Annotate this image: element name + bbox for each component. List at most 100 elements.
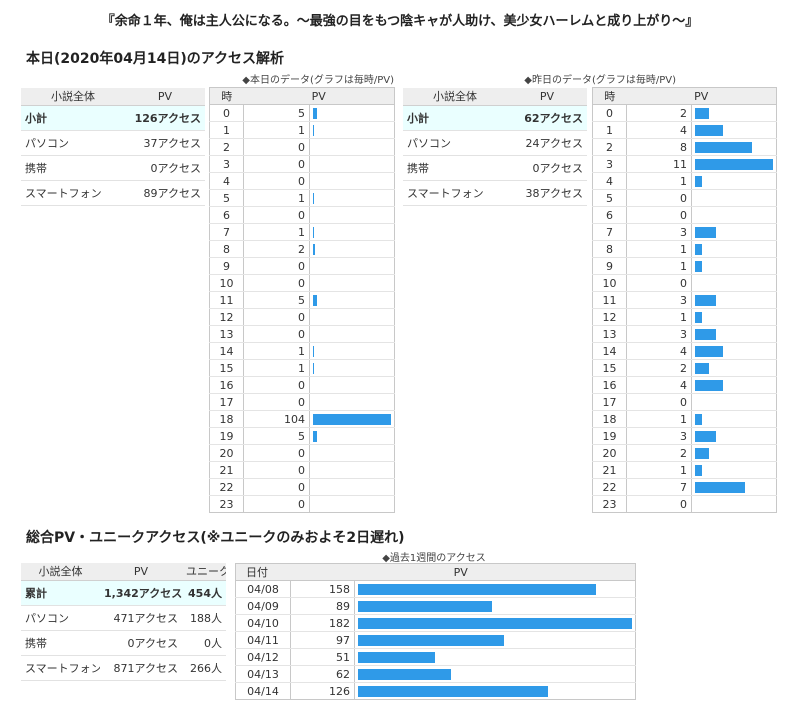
pv-value-cell: 2 [626,104,692,122]
yesterday-hourly-table: 時 PV 0 2 1 4 2 8 3 11 4 1 5 0 6 0 7 3 8 1 9 1 10 0 11 3 12 1 13 3 14… [592,87,778,513]
pv-bar [695,158,773,170]
row-label: パソコン [21,605,100,631]
pv-bar-cell [354,614,636,632]
pv-bar-cell [309,121,395,139]
hour-row: 23 0 [209,495,395,513]
week-row: 04/08 158 [235,580,636,598]
pv-bar-cell [309,342,395,360]
summary-row-smartphone: スマートフォン 871アクセス 266人 [21,655,226,681]
pv-bar [313,294,317,306]
row-value: 24アクセス [507,130,587,156]
pv-bar [313,243,315,255]
hour-cell: 9 [209,257,244,275]
summary-row-subtotal: 小計 126アクセス [21,105,205,131]
hour-row: 16 0 [209,376,395,394]
pv-value-cell: 2 [626,444,692,462]
pv-bar-cell [309,172,395,190]
hour-row: 20 [209,138,395,156]
hour-cell: 6 [592,206,627,224]
pv-value-cell: 8 [626,138,692,156]
pv-value-cell: 3 [626,427,692,445]
hour-cell: 14 [209,342,244,360]
hour-row: 71 [209,223,395,241]
hour-cell: 1 [592,121,627,139]
hour-row: 18 1 [592,410,777,428]
pv-bar [695,481,745,493]
hour-cell: 18 [592,410,627,428]
pv-bar-cell [354,665,636,683]
pv-bar-cell [309,359,395,377]
pv-bar-cell [309,155,395,173]
pv-bar-cell [691,223,777,241]
pv-value-cell: 1 [243,121,310,139]
hour-cell: 4 [592,172,627,190]
summary-row-pc: パソコン 37アクセス [21,130,205,156]
hour-cell: 4 [209,172,244,190]
pv-bar-cell [309,257,395,275]
hour-header: 時 [592,87,627,105]
pv-value-cell: 1 [626,257,692,275]
pv-bar [695,328,716,340]
row-value: 62アクセス [507,105,587,131]
pv-bar [695,243,702,255]
pv-bar [358,668,451,680]
pv-value-cell: 0 [243,206,310,224]
week-row: 04/09 89 [235,597,636,615]
pv-header: PV [626,87,777,105]
summary-header-pv: PV [125,88,205,106]
weekly-table: 日付 PV 04/08 158 04/09 89 04/10 182 04/11 97 04/1… [235,563,637,700]
pv-value-cell: 2 [626,359,692,377]
pv-value-cell: 0 [243,393,310,411]
pv-bar-cell [691,376,777,394]
hour-cell: 20 [209,444,244,462]
pv-value-cell: 0 [626,189,692,207]
pv-bar [313,345,314,357]
pv-value-cell: 1 [626,461,692,479]
pv-value-cell: 4 [626,342,692,360]
pv-bar-cell [309,325,395,343]
pv-value-cell: 158 [290,580,355,598]
pv-bar-cell [691,478,777,496]
date-cell: 04/08 [235,580,291,598]
hour-cell: 23 [592,495,627,513]
pv-value-cell: 97 [290,631,355,649]
pv-bar-cell [691,308,777,326]
hour-row: 73 [592,223,777,241]
pv-bar-cell [691,172,777,190]
pv-bar-cell [691,325,777,343]
date-cell: 04/11 [235,631,291,649]
row-label: 小計 [403,105,507,131]
hour-cell: 16 [209,376,244,394]
pv-value-cell: 1 [243,223,310,241]
pv-bar-cell [309,291,395,309]
date-cell: 04/12 [235,648,291,666]
row-pv: 871アクセス [100,655,182,681]
pv-bar-cell [691,240,777,258]
pv-value-cell: 1 [626,172,692,190]
pv-value-cell: 0 [626,274,692,292]
today-summary-table: 小説全体 PV 小計 126アクセス パソコン 37アクセス 携帯 0アクセス … [21,88,205,206]
pv-value-cell: 0 [243,308,310,326]
hour-row: 23 0 [592,495,777,513]
pv-bar [695,447,709,459]
pv-bar-cell [691,342,777,360]
pv-value-cell: 5 [243,104,310,122]
week-row: 04/10 182 [235,614,636,632]
hour-cell: 15 [209,359,244,377]
row-label: 累計 [21,580,100,606]
pv-value-cell: 0 [626,495,692,513]
pv-bar-cell [309,410,395,428]
hour-row: 28 [592,138,777,156]
summary-row-mobile: 携帯 0アクセス [403,155,587,181]
row-label: スマートフォン [21,655,100,681]
hour-cell: 23 [209,495,244,513]
hour-row: 10 0 [592,274,777,292]
hour-cell: 13 [592,325,627,343]
pv-bar [695,464,702,476]
summary-header-novel: 小説全体 [403,88,507,106]
week-row: 04/11 97 [235,631,636,649]
hour-row: 22 0 [209,478,395,496]
hour-cell: 8 [209,240,244,258]
pv-value-cell: 0 [243,257,310,275]
row-label: スマートフォン [403,180,507,206]
